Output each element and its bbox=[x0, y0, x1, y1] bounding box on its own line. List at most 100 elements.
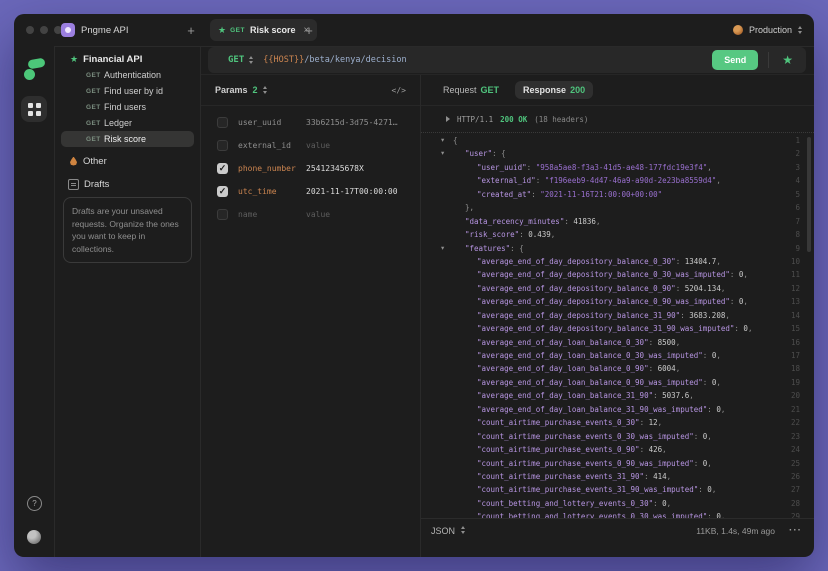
param-value-cell[interactable]: 2021-11-17T00:00:00 bbox=[306, 187, 410, 196]
more-menu-icon[interactable]: ··· bbox=[789, 526, 802, 536]
code-content: "features": { bbox=[465, 242, 524, 255]
code-content: "risk_score": 0.439, bbox=[465, 228, 555, 241]
fold-toggle-icon[interactable]: ▾ bbox=[441, 147, 444, 160]
drafts-label: Drafts bbox=[84, 179, 109, 190]
json-key: "user" bbox=[465, 149, 492, 158]
code-line: ▾"user": {2 bbox=[421, 147, 814, 160]
line-number: 20 bbox=[791, 389, 800, 402]
environment-selector[interactable]: Production bbox=[733, 14, 802, 46]
param-checkbox[interactable]: ✓ bbox=[217, 186, 228, 197]
param-name-cell[interactable]: phone_number bbox=[238, 164, 296, 173]
window-minimize-icon[interactable] bbox=[40, 26, 48, 34]
code-content: "created_at": "2021-11-16T21:00:00+00:00… bbox=[477, 188, 662, 201]
method-label: GET bbox=[86, 120, 101, 127]
param-name-cell[interactable]: user_uuid bbox=[238, 118, 296, 127]
workspace-name: Pngme API bbox=[81, 25, 129, 36]
code-content: "average_end_of_day_loan_balance_0_90_wa… bbox=[477, 376, 721, 389]
code-view-toggle-icon[interactable]: </> bbox=[392, 86, 406, 95]
param-name-cell[interactable]: utc_time bbox=[238, 187, 296, 196]
favorite-star-icon[interactable]: ★ bbox=[782, 54, 793, 66]
json-key: "average_end_of_day_depository_balance_0… bbox=[477, 257, 676, 266]
param-checkbox[interactable] bbox=[217, 209, 228, 220]
scrollbar-thumb[interactable] bbox=[807, 137, 811, 252]
new-request-button[interactable]: + bbox=[184, 14, 198, 46]
account-avatar[interactable] bbox=[27, 530, 41, 544]
method-label: GET bbox=[86, 72, 101, 79]
params-count: 2 bbox=[253, 85, 258, 95]
collapse-right-arrow-icon[interactable] bbox=[446, 116, 450, 122]
drafts-icon bbox=[68, 179, 79, 190]
sidebar-folder-financial-api[interactable]: ★ Financial API bbox=[55, 51, 200, 67]
sidebar-item-find-user-by-id[interactable]: GETFind user by id bbox=[55, 83, 200, 99]
param-checkbox[interactable]: ✓ bbox=[217, 163, 228, 174]
line-number: 17 bbox=[791, 349, 800, 362]
http-protocol: HTTP/1.1 bbox=[457, 115, 493, 124]
new-tab-button[interactable]: + bbox=[302, 14, 316, 46]
help-icon[interactable]: ? bbox=[27, 496, 42, 511]
window-close-icon[interactable] bbox=[26, 26, 34, 34]
tab-request[interactable]: Request GET bbox=[435, 81, 507, 99]
code-content: "average_end_of_day_loan_balance_31_90_w… bbox=[477, 403, 725, 416]
sidebar-item-risk-score[interactable]: GETRisk score bbox=[61, 131, 194, 147]
request-tab-label: Request bbox=[443, 85, 477, 95]
code-line: "count_airtime_purchase_events_0_90": 42… bbox=[421, 443, 814, 456]
method-label: GET bbox=[86, 104, 101, 111]
send-button[interactable]: Send bbox=[712, 50, 758, 70]
line-number: 6 bbox=[795, 201, 800, 214]
sidebar-item-find-users[interactable]: GETFind users bbox=[55, 99, 200, 115]
sidebar-item-authentication[interactable]: GETAuthentication bbox=[55, 67, 200, 83]
params-collapse-icon[interactable] bbox=[263, 86, 267, 94]
format-updown-icon[interactable] bbox=[461, 526, 465, 534]
folder-label: Financial API bbox=[83, 54, 142, 65]
fold-toggle-icon[interactable]: ▾ bbox=[441, 134, 444, 147]
environment-name: Production bbox=[749, 25, 792, 35]
method-label: GET bbox=[86, 136, 101, 143]
code-content: "average_end_of_day_loan_balance_0_30": … bbox=[477, 336, 680, 349]
app-logo bbox=[24, 58, 46, 82]
json-key: "average_end_of_day_loan_balance_0_90_wa… bbox=[477, 378, 703, 387]
param-value-cell[interactable]: 33b6215d-3d75-4271… bbox=[306, 118, 410, 127]
tab-method-label: GET bbox=[230, 27, 245, 34]
method-select[interactable]: GET bbox=[228, 55, 244, 65]
line-number: 4 bbox=[795, 174, 800, 187]
sidebar-item-other[interactable]: Other bbox=[55, 153, 200, 169]
response-tab-label: Response bbox=[523, 85, 566, 95]
format-select[interactable]: JSON bbox=[431, 526, 455, 536]
json-value: 5204.134 bbox=[685, 284, 721, 293]
code-line: "data_recency_minutes": 41836,7 bbox=[421, 215, 814, 228]
sidebar: ★ Financial API GETAuthenticationGETFind… bbox=[55, 47, 201, 557]
url-bar: GET {{HOST}}/beta/kenya/decision Send ★ bbox=[208, 47, 806, 73]
url-input[interactable]: {{HOST}}/beta/kenya/decision bbox=[263, 55, 406, 65]
collections-grid-icon[interactable] bbox=[21, 96, 47, 122]
sidebar-item-ledger[interactable]: GETLedger bbox=[55, 115, 200, 131]
param-value-cell[interactable]: value bbox=[306, 141, 410, 150]
param-name-cell[interactable]: external_id bbox=[238, 141, 296, 150]
response-footer: JSON 11KB, 1.4s, 49m ago ··· bbox=[421, 518, 814, 557]
param-checkbox[interactable] bbox=[217, 140, 228, 151]
left-rail: ? bbox=[14, 46, 55, 557]
params-title[interactable]: Params bbox=[215, 85, 248, 95]
window-controls[interactable] bbox=[26, 14, 62, 46]
method-updown-icon[interactable] bbox=[249, 56, 253, 64]
app-window: Pngme API + ★ GET Risk score × + Product… bbox=[14, 14, 814, 557]
workspace-switcher[interactable]: Pngme API bbox=[61, 14, 129, 46]
json-key: "average_end_of_day_depository_balance_0… bbox=[477, 284, 676, 293]
code-line: ▾{1 bbox=[421, 134, 814, 147]
param-value-cell[interactable]: value bbox=[306, 210, 410, 219]
code-line: "count_airtime_purchase_events_31_90": 4… bbox=[421, 470, 814, 483]
chevron-updown-icon bbox=[798, 26, 802, 34]
code-content: "count_airtime_purchase_events_0_30_was_… bbox=[477, 430, 712, 443]
code-content: "average_end_of_day_depository_balance_0… bbox=[477, 282, 725, 295]
param-row: user_uuid 33b6215d-3d75-4271… bbox=[201, 111, 420, 134]
param-name-cell[interactable]: name bbox=[238, 210, 296, 219]
code-content: "external_id": "f196eeb9-4d47-46a9-a90d-… bbox=[477, 174, 721, 187]
param-value-cell[interactable]: 25412345678X bbox=[306, 164, 410, 173]
response-tab-bar: Request GET Response 200 bbox=[421, 75, 814, 106]
json-value: 41836 bbox=[573, 217, 596, 226]
status-line[interactable]: HTTP/1.1 200 OK (18 headers) bbox=[421, 106, 814, 133]
code-content: { bbox=[453, 134, 458, 147]
sidebar-item-drafts[interactable]: Drafts bbox=[55, 176, 200, 192]
tab-response[interactable]: Response 200 bbox=[515, 81, 593, 99]
param-checkbox[interactable] bbox=[217, 117, 228, 128]
fold-toggle-icon[interactable]: ▾ bbox=[441, 242, 444, 255]
